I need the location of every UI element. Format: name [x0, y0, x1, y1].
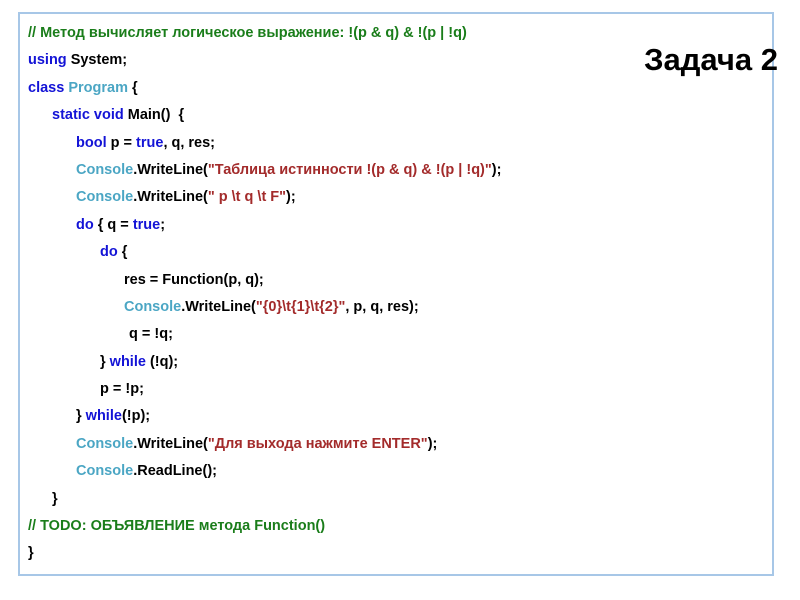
code-token-plain: {: [117, 244, 128, 261]
code-line: p = !p;: [28, 376, 768, 403]
code-token-string: "Таблица истинности !(p & q) & !(p | !q)…: [207, 161, 492, 178]
code-token-plain: (!p);: [121, 408, 151, 425]
code-token-string: "{0}\t{1}\t{2}": [255, 298, 346, 315]
code-token-plain: { q =: [93, 216, 133, 233]
code-token-plain: );: [427, 435, 438, 452]
code-token-plain: .ReadLine();: [133, 463, 217, 480]
code-token-plain: .WriteLine(: [133, 189, 208, 206]
code-token-keyword: using: [28, 52, 67, 69]
code-token-type: Console: [76, 189, 134, 206]
code-token-keyword: while: [85, 408, 122, 425]
code-token-keyword: static void: [52, 107, 124, 124]
code-token-string: " p \t q \t F": [207, 189, 287, 206]
code-token-type: Console: [76, 161, 134, 178]
code-token-keyword: true: [132, 216, 161, 233]
code-token-plain: System;: [66, 52, 128, 69]
code-line: }: [28, 486, 768, 513]
code-token-plain: );: [491, 161, 502, 178]
code-token-plain: , p, q, res);: [345, 298, 419, 315]
code-token-type: Program: [68, 79, 128, 96]
code-line: bool p = true, q, res;: [28, 130, 768, 157]
code-line: static void Main() {: [28, 102, 768, 129]
code-token-type: Console: [76, 463, 134, 480]
code-token-keyword: bool: [76, 134, 107, 151]
code-token-plain: Main() {: [123, 107, 185, 124]
code-token-plain: }: [52, 490, 58, 507]
code-token-keyword: true: [136, 134, 164, 151]
code-token-plain: {: [127, 79, 138, 96]
code-token-plain: , q, res;: [163, 134, 216, 151]
code-token-keyword: do: [100, 244, 118, 261]
code-token-plain: );: [286, 189, 296, 206]
code-token-comment: // Метод вычисляет логическое выражение:…: [28, 25, 467, 41]
code-line: } while (!q);: [28, 349, 768, 376]
code-frame: // Метод вычисляет логическое выражение:…: [18, 12, 774, 576]
code-token-string: "Для выхода нажмите ENTER": [207, 435, 428, 452]
code-line: Console.ReadLine();: [28, 458, 768, 485]
code-line: Console.WriteLine("Для выхода нажмите EN…: [28, 431, 768, 458]
code-token-plain: .WriteLine(: [181, 298, 256, 315]
code-token-keyword: while: [109, 353, 146, 370]
code-line: class Program {: [28, 75, 768, 102]
code-line: Console.WriteLine(" p \t q \t F");: [28, 184, 768, 211]
code-token-keyword: do: [76, 216, 94, 233]
code-listing: // Метод вычисляет логическое выражение:…: [28, 20, 768, 568]
code-token-plain: .WriteLine(: [133, 435, 208, 452]
code-token-keyword: class: [28, 79, 65, 96]
code-line: } while(!p);: [28, 403, 768, 430]
code-line: }: [28, 540, 768, 567]
slide-canvas: // Метод вычисляет логическое выражение:…: [0, 0, 800, 600]
code-token-type: Console: [124, 298, 182, 315]
code-token-plain: }: [100, 353, 110, 370]
code-line: Console.WriteLine("{0}\t{1}\t{2}", p, q,…: [28, 294, 768, 321]
code-line: Console.WriteLine("Таблица истинности !(…: [28, 157, 768, 184]
code-line: q = !q;: [28, 321, 768, 348]
code-line: // TODO: ОБЪЯВЛЕНИЕ метода Function(): [28, 513, 768, 540]
code-token-plain: q = !q;: [129, 326, 173, 343]
code-token-plain: p = !p;: [100, 381, 144, 398]
code-token-plain: p =: [106, 134, 137, 151]
code-line: do {: [28, 239, 768, 266]
page-title: Задача 2: [644, 42, 778, 77]
code-token-plain: ;: [160, 216, 166, 233]
code-token-plain: }: [76, 408, 86, 425]
code-token-comment: // TODO: ОБЪЯВЛЕНИЕ метода Function(): [28, 518, 326, 535]
code-token-plain: (!q);: [145, 353, 179, 370]
code-line: do { q = true;: [28, 212, 768, 239]
code-token-plain: res = Function(p, q);: [124, 271, 264, 288]
code-line: res = Function(p, q);: [28, 267, 768, 294]
code-token-plain: }: [28, 545, 34, 562]
code-token-plain: .WriteLine(: [133, 161, 208, 178]
code-token-type: Console: [76, 435, 134, 452]
